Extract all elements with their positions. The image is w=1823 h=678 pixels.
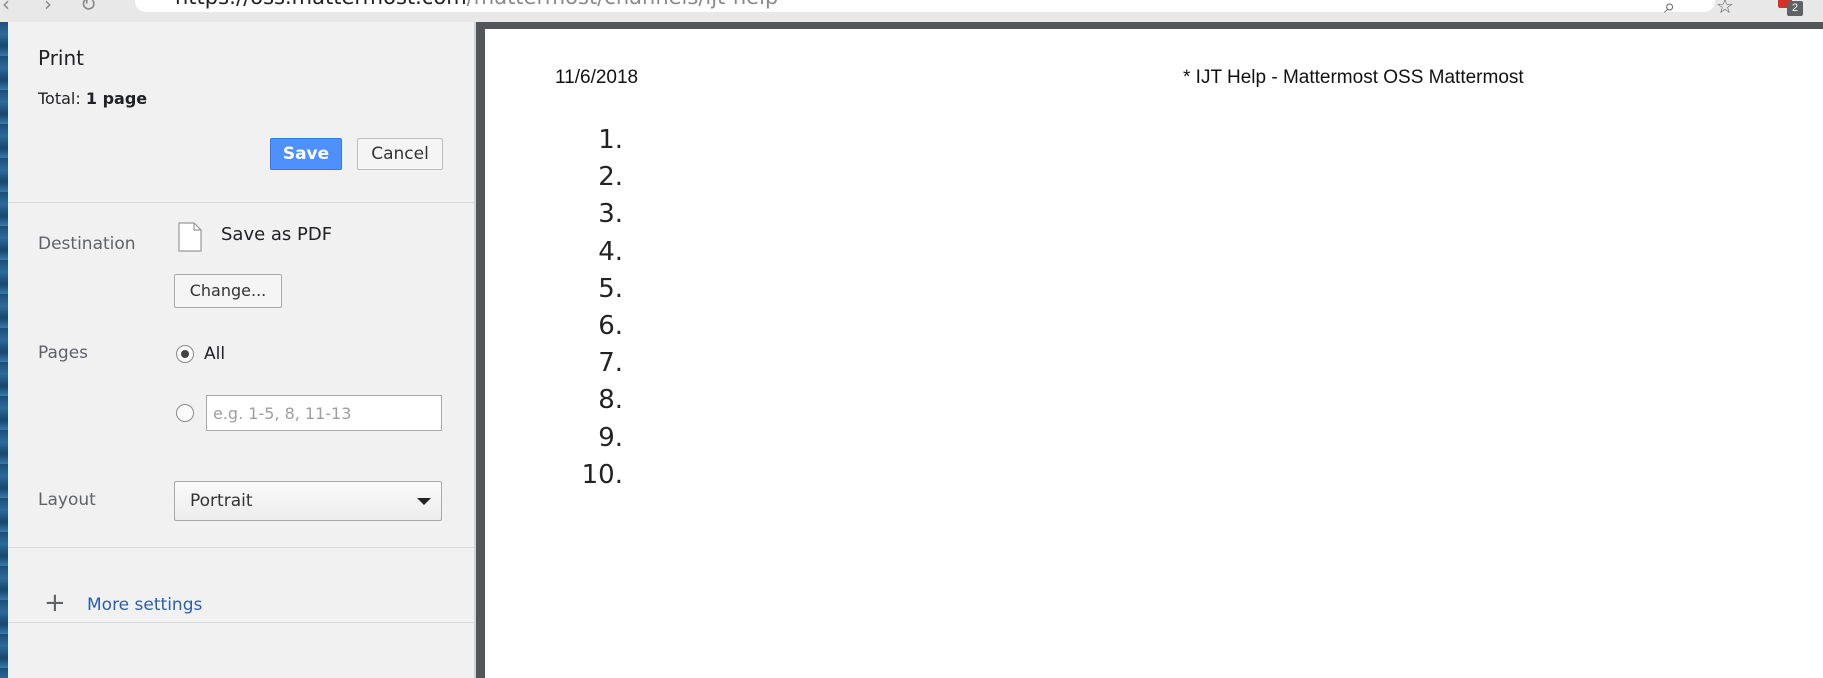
pages-all-radio[interactable] [176,345,194,363]
total-pages: Total: 1 page [38,89,147,108]
document-icon [178,222,202,252]
list-item-number: 5. [598,273,623,304]
list-item-number: 10. [581,459,623,490]
numbered-list: 1. 2. 3. 4. 5. 6. 7. 8. 9. 10. [555,122,635,494]
more-settings-link[interactable]: More settings [87,595,202,615]
layout-select[interactable]: Portrait [174,481,442,521]
page-header-title: * IJT Help - Mattermost OSS Mattermost [1183,67,1524,88]
print-settings-panel: Print Total: 1 page Save Cancel Destinat… [8,22,474,678]
browser-toolbar: ‹ › ↻ https://oss.mattermost.com/matterm… [0,0,1823,22]
pages-range-input[interactable] [206,395,442,431]
pages-all-label: All [204,344,226,364]
forward-icon[interactable]: › [44,0,52,16]
page-header-date: 11/6/2018 [555,67,639,88]
destination-value: Save as PDF [221,224,333,245]
change-destination-button[interactable]: Change... [174,274,282,308]
layout-label: Layout [38,490,96,510]
panel-title: Print [38,46,85,70]
back-icon[interactable]: ‹ [2,0,10,16]
address-bar[interactable]: https://oss.mattermost.com/mattermost/ch… [135,0,1715,12]
list-item-number: 4. [598,236,623,267]
list-item-number: 1. [598,125,623,155]
divider [8,622,474,623]
list-item-number: 2. [598,162,623,193]
pages-custom-radio[interactable] [176,404,194,422]
url-text: https://oss.mattermost.com/mattermost/ch… [175,0,778,9]
pages-label: Pages [38,343,89,363]
cancel-button[interactable]: Cancel [357,138,443,170]
plus-icon[interactable]: + [44,590,66,616]
divider [8,547,474,548]
desktop-background [0,22,8,678]
list-item-number: 7. [598,348,623,379]
search-icon[interactable]: ⌕ [1664,0,1675,18]
layout-value: Portrait [190,491,253,511]
preview-page: 11/6/2018 * IJT Help - Mattermost OSS Ma… [485,29,1823,678]
destination-label: Destination [38,234,136,254]
reload-icon[interactable]: ↻ [80,0,97,16]
print-dialog-screen: ‹ › ↻ https://oss.mattermost.com/matterm… [0,0,1823,678]
list-item-number: 9. [598,422,623,453]
list-item-number: 3. [598,199,623,230]
save-button[interactable]: Save [270,138,342,170]
chevron-down-icon [417,498,431,505]
total-value: 1 page [85,89,148,108]
star-icon[interactable]: ☆ [1716,0,1734,18]
list-item-number: 8. [598,385,623,416]
divider [8,202,474,203]
extension-badge: 2 [1787,1,1803,16]
total-label: Total: [38,89,81,108]
list-item-number: 6. [598,310,623,341]
